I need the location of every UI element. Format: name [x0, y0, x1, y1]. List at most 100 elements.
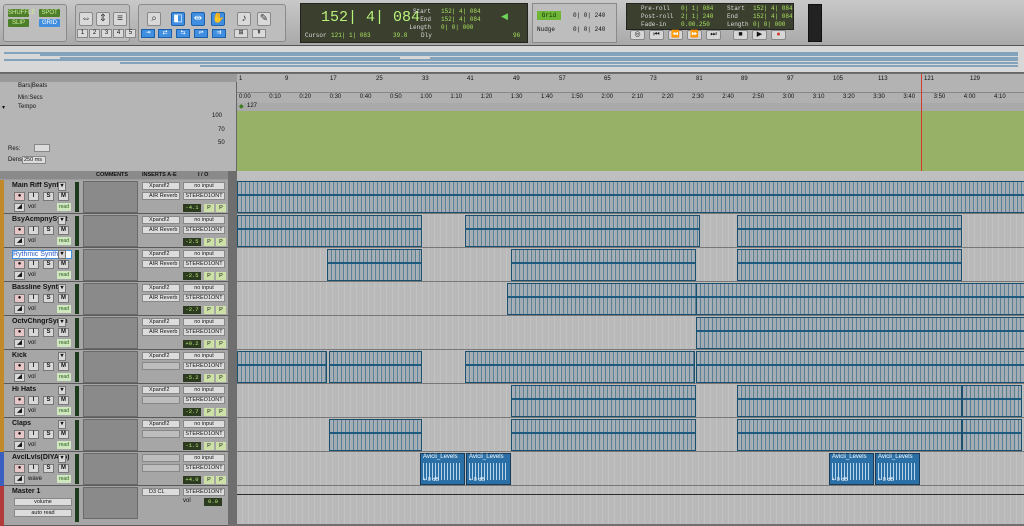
pan-left-button[interactable]: P: [204, 306, 214, 314]
pan-right-button[interactable]: P: [216, 204, 226, 212]
insert-a[interactable]: Xpand!2: [142, 182, 180, 190]
track-menu-icon[interactable]: ▾: [58, 420, 66, 429]
track-menu-icon[interactable]: ▾: [58, 250, 66, 259]
master-lane[interactable]: [237, 486, 1024, 524]
io-column-header[interactable]: I / O: [198, 172, 208, 178]
automation-mode[interactable]: read: [57, 305, 71, 313]
track-header[interactable]: AvclLvls(DIYAcp) ▾ ● I S M ◢ wave read no input ST…: [0, 452, 228, 486]
solo-button[interactable]: S: [43, 362, 54, 371]
midi-clip[interactable]: [737, 215, 962, 247]
input-selector[interactable]: no input: [183, 216, 225, 224]
track-lane[interactable]: [237, 214, 1024, 248]
master-name[interactable]: Master 1: [12, 488, 72, 497]
track-view-icon[interactable]: ◢: [14, 237, 25, 246]
end-value[interactable]: 152| 4| 084: [441, 16, 481, 23]
pan-right-button[interactable]: P: [216, 408, 226, 416]
automation-mode[interactable]: read: [57, 475, 71, 483]
edit-window[interactable]: Avicii_Levels + 0 dB Avicii_Levels + 0 dB Av…: [237, 171, 1024, 524]
input-selector[interactable]: no input: [183, 250, 225, 258]
timeline-rulers[interactable]: 1 9 17 25 33 41 49 57 65 73 81 89 97 105…: [237, 74, 1024, 111]
pan-right-button[interactable]: P: [216, 442, 226, 450]
input-selector[interactable]: no input: [183, 454, 225, 462]
automation-mode[interactable]: read: [57, 407, 71, 415]
volume-value[interactable]: -2.5: [183, 272, 201, 280]
input-monitor-icon[interactable]: I: [28, 260, 39, 269]
track-view-selector[interactable]: vol: [28, 306, 36, 312]
insert-b[interactable]: AIR Reverb: [142, 226, 180, 234]
track-view-icon[interactable]: ◢: [14, 441, 25, 450]
track-header[interactable]: Kick ▾ ● I S M ◢ vol read Xpand!2 no input STEREO1O…: [0, 350, 228, 384]
selector-tool-icon[interactable]: ⇹: [191, 12, 205, 26]
pan-left-button[interactable]: P: [204, 408, 214, 416]
expand-tempo-icon[interactable]: ▾: [2, 104, 5, 111]
volume-value[interactable]: +0.2: [183, 340, 201, 348]
solo-button[interactable]: S: [43, 294, 54, 303]
track-header[interactable]: Claps ▾ ● I S M ◢ vol read Xpand!2 no input STEREO1…: [0, 418, 228, 452]
track-lane[interactable]: [237, 180, 1024, 214]
audio-clip[interactable]: Avicii_Levels + 0 dB: [420, 453, 465, 485]
track-lane[interactable]: [237, 282, 1024, 316]
mute-button[interactable]: M: [58, 260, 69, 269]
nudge-value[interactable]: 0| 0| 240: [573, 26, 605, 33]
start2-value[interactable]: 152| 4| 084: [753, 5, 793, 12]
shuffle-mode-button[interactable]: SHUFFLE: [8, 9, 35, 17]
pan-left-button[interactable]: P: [204, 204, 214, 212]
insert-b[interactable]: AIR Reverb: [142, 192, 180, 200]
track-lane[interactable]: [237, 316, 1024, 350]
input-selector[interactable]: no input: [183, 318, 225, 326]
midi-clip[interactable]: [507, 283, 697, 315]
minsecs-ruler[interactable]: 0:00 0:10 0:20 0:30 0:40 0:50 1:00 1:10 1:20 1:30…: [237, 94, 1024, 103]
universe-overview[interactable]: [0, 46, 1024, 73]
track-menu-icon[interactable]: ▾: [58, 352, 66, 361]
midi-clip[interactable]: [962, 385, 1022, 417]
zoomer-tool-icon[interactable]: ⌕: [147, 12, 161, 26]
output-selector[interactable]: STEREO1ONT: [183, 430, 225, 438]
tempo-marker-icon[interactable]: ◆: [239, 103, 244, 110]
volume-value[interactable]: -5.2: [183, 374, 201, 382]
pan-left-button[interactable]: P: [204, 476, 214, 484]
fast-forward-icon[interactable]: ⏩: [687, 30, 702, 40]
go-to-end-icon[interactable]: ⏭: [706, 30, 721, 40]
midi-clip[interactable]: [511, 385, 696, 417]
input-monitor-icon[interactable]: I: [28, 464, 39, 473]
track-view-icon[interactable]: ◢: [14, 339, 25, 348]
track-lane[interactable]: [237, 384, 1024, 418]
midi-clip[interactable]: [737, 419, 962, 451]
pan-right-button[interactable]: P: [216, 374, 226, 382]
track-view-selector[interactable]: vol: [28, 442, 36, 448]
comments-field[interactable]: [83, 419, 138, 451]
return-to-zero-icon[interactable]: ⏮: [649, 30, 664, 40]
midi-clip[interactable]: [511, 419, 696, 451]
fadein-value[interactable]: 0.00.250: [681, 21, 710, 28]
wrap-icon[interactable]: ⇞: [252, 29, 266, 38]
ruler-menu[interactable]: [0, 74, 237, 82]
midi-clip[interactable]: [237, 181, 1024, 213]
comments-field[interactable]: [83, 351, 138, 383]
volume-value[interactable]: -2.5: [183, 238, 201, 246]
record-arm-icon[interactable]: ●: [14, 226, 25, 235]
solo-button[interactable]: S: [43, 430, 54, 439]
master-insert-a[interactable]: D3 CL: [142, 488, 180, 496]
track-header[interactable]: BsyAcmpnySynt ▾ ● I S M ◢ vol read Xpand!2 AIR Rev…: [0, 214, 228, 248]
track-view-icon[interactable]: ◢: [14, 305, 25, 314]
link-icon[interactable]: ⇄: [158, 29, 172, 38]
mute-button[interactable]: M: [58, 328, 69, 337]
input-monitor-icon[interactable]: I: [28, 328, 39, 337]
grid-label[interactable]: Grid: [537, 11, 561, 20]
volume-value[interactable]: -1.1: [183, 442, 201, 450]
end2-value[interactable]: 152| 4| 084: [753, 13, 793, 20]
snap-icon[interactable]: ⊞: [234, 29, 248, 38]
solo-button[interactable]: S: [43, 396, 54, 405]
output-selector[interactable]: STEREO1ONT: [183, 260, 225, 268]
zoom-in-icon[interactable]: ⇔: [79, 12, 93, 26]
pan-right-button[interactable]: P: [216, 476, 226, 484]
track-view-selector[interactable]: vol: [28, 272, 36, 278]
master-automation-view[interactable]: volume: [14, 498, 72, 506]
master-automation-mode[interactable]: auto read: [14, 509, 72, 517]
clip-gain[interactable]: + 0 dB: [832, 477, 848, 483]
comments-field[interactable]: [83, 453, 138, 485]
mute-button[interactable]: M: [58, 294, 69, 303]
keyfocus-icon[interactable]: ⇥: [141, 29, 155, 38]
output-selector[interactable]: STEREO1ONT: [183, 362, 225, 370]
volume-value[interactable]: -2.7: [183, 408, 201, 416]
